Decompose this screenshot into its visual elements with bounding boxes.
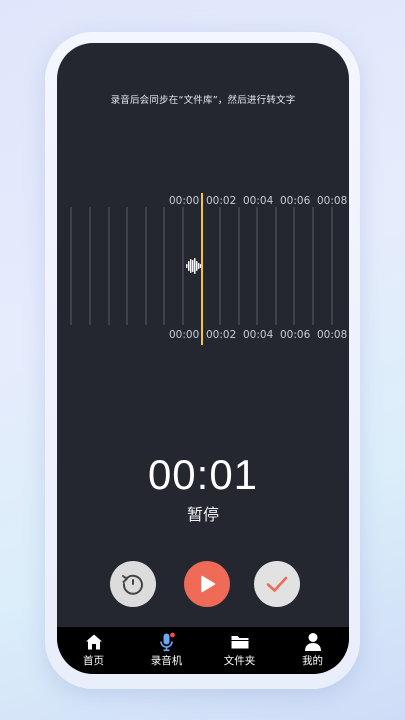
bottom-tick-label: 00:08: [317, 329, 347, 341]
reset-button[interactable]: [110, 561, 156, 607]
check-icon: [266, 576, 288, 592]
home-icon: [84, 632, 104, 652]
bottom-tick-label: 00:04: [243, 329, 274, 341]
tab-recorder-label: 录音机: [150, 655, 183, 667]
top-tick-label: 00:04: [243, 195, 274, 207]
sync-hint-text: 录音后会同步在“文件库”，然后进行转文字: [110, 95, 296, 106]
confirm-button[interactable]: [254, 561, 300, 607]
microphone-icon: [157, 632, 177, 652]
top-tick-label: 00:00: [169, 195, 199, 207]
top-tick-label: 00:06: [280, 195, 311, 207]
reset-icon: [122, 574, 143, 595]
tab-folder[interactable]: 文件夹: [203, 627, 276, 674]
elapsed-timer: 00:01: [147, 451, 259, 498]
tab-profile[interactable]: 我的: [276, 627, 349, 674]
bottom-tick-label: 00:06: [280, 329, 311, 341]
bottom-time-labels: 00:00 00:02 00:04 00:06 00:08: [169, 329, 347, 341]
recording-state-label: 暂停: [186, 505, 219, 524]
tab-profile-label: 我的: [302, 655, 323, 667]
audio-waveform: [186, 258, 202, 274]
folder-icon: [230, 632, 250, 652]
bottom-tick-label: 00:00: [169, 329, 199, 341]
top-tick-label: 00:02: [206, 195, 236, 207]
tab-home-label: 首页: [83, 655, 104, 667]
recorder-screen: 录音后会同步在“文件库”，然后进行转文字 00:00 00:02 00:04 0…: [57, 43, 349, 674]
top-time-labels: 00:00 00:02 00:04 00:06 00:08: [169, 195, 347, 207]
tab-folder-label: 文件夹: [223, 655, 256, 667]
top-tick-label: 00:08: [317, 195, 347, 207]
bottom-tick-label: 00:02: [206, 329, 236, 341]
play-icon: [201, 575, 216, 593]
tab-recorder[interactable]: 录音机: [130, 627, 203, 674]
play-button[interactable]: [184, 561, 230, 607]
bottom-tab-bar: 首页 录音机 文件夹 我的: [57, 627, 349, 674]
tab-home[interactable]: 首页: [57, 627, 130, 674]
waveform-timeline[interactable]: 00:00 00:02 00:04 00:06 00:08 00:00 00:0…: [57, 189, 349, 349]
user-icon: [303, 632, 323, 652]
